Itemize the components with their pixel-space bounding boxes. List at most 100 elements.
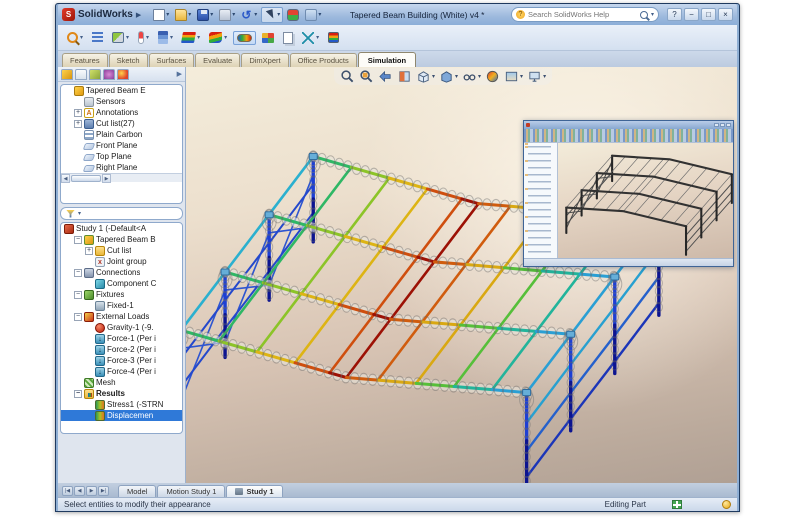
tree-filter[interactable]: ▾	[60, 207, 183, 220]
scroll-right-icon[interactable]: ▶	[102, 174, 111, 183]
expander-icon[interactable]: +	[85, 247, 93, 255]
search-input[interactable]	[528, 10, 637, 19]
tab-study-1[interactable]: Study 1	[226, 485, 282, 497]
previous-view-icon[interactable]	[378, 69, 393, 84]
search-options-caret[interactable]: ▾	[651, 11, 654, 18]
edit-appearance-icon[interactable]	[485, 69, 500, 84]
tree-item-right-plane[interactable]: Right Plane	[61, 162, 182, 173]
tree-item-force-1[interactable]: ↓ Force-1 (Per i	[61, 333, 182, 344]
expander-icon[interactable]: −	[74, 313, 82, 321]
tree-item-component-contact[interactable]: Component C	[61, 278, 182, 289]
tree-item-cutlist[interactable]: + Cut list(27)	[61, 118, 182, 129]
search-icon[interactable]	[640, 11, 648, 19]
feature-manager-tab-icon[interactable]	[61, 69, 73, 80]
tab-motion-study[interactable]: Motion Study 1	[157, 485, 225, 497]
tree-item-study-part[interactable]: − Tapered Beam B	[61, 234, 182, 245]
tab-features[interactable]: Features	[62, 53, 108, 67]
design-insight-button[interactable]	[89, 30, 106, 46]
tree-item-sensors[interactable]: Sensors	[61, 96, 182, 107]
hide-show-items-icon[interactable]: ▾	[462, 69, 481, 84]
quick-tips-icon[interactable]	[722, 500, 731, 509]
tree-item-fixed[interactable]: Fixed-1	[61, 300, 182, 311]
connections-advisor-button[interactable]: ▾	[155, 29, 176, 46]
tree-item-force-2[interactable]: ↓ Force-2 (Per i	[61, 344, 182, 355]
tab-office-products[interactable]: Office Products	[290, 53, 357, 67]
tree-horizontal-scrollbar[interactable]: ◀ ▶	[61, 173, 182, 182]
last-tab-icon[interactable]: ▶|	[98, 486, 109, 496]
expander-icon[interactable]: −	[74, 269, 82, 277]
tree-item-root[interactable]: Tapered Beam E	[61, 85, 182, 96]
solidworks-logo[interactable]: S SolidWorks ▶	[62, 8, 141, 21]
tree-item-force-4[interactable]: ↓ Force-4 (Per i	[61, 366, 182, 377]
tree-item-stress-plot[interactable]: Stress1 (-STRN	[61, 399, 182, 410]
tree-item-material[interactable]: Plain Carbon	[61, 129, 182, 140]
view-orientation-icon[interactable]: ▾	[416, 69, 435, 84]
select-button[interactable]: ▾	[261, 7, 283, 23]
save-button[interactable]: ▾	[195, 8, 215, 22]
run-study-button[interactable]: ▾	[179, 30, 203, 45]
new-document-button[interactable]: ▾	[151, 8, 171, 22]
apply-scene-icon[interactable]: ▾	[504, 69, 523, 84]
zoom-fit-icon[interactable]	[340, 69, 355, 84]
results-advisor-button[interactable]: ▾	[206, 30, 230, 45]
tree-item-external-loads[interactable]: − External Loads	[61, 311, 182, 322]
expander-icon[interactable]: −	[74, 291, 82, 299]
close-button[interactable]: ×	[718, 8, 733, 21]
zoom-area-icon[interactable]	[359, 69, 374, 84]
tab-model[interactable]: Model	[118, 485, 156, 497]
tree-item-fixtures[interactable]: − Fixtures	[61, 289, 182, 300]
graphics-viewport[interactable]: ▾ ▾ ▾ ▾ ▾	[186, 67, 737, 483]
deformed-result-button[interactable]	[233, 31, 256, 45]
tree-item-study[interactable]: Study 1 (-Default<A	[61, 223, 182, 234]
apply-material-button[interactable]: ▾	[109, 30, 132, 45]
first-tab-icon[interactable]: |◀	[62, 486, 73, 496]
expander-icon[interactable]: +	[74, 109, 82, 117]
expander-icon[interactable]: +	[74, 120, 82, 128]
tab-evaluate[interactable]: Evaluate	[195, 53, 240, 67]
tab-surfaces[interactable]: Surfaces	[149, 53, 195, 67]
scrollbar-thumb[interactable]	[71, 175, 101, 182]
dimxpert-manager-tab-icon[interactable]	[103, 69, 115, 80]
tab-dimxpert[interactable]: DimXpert	[241, 53, 288, 67]
file-properties-button[interactable]: ▾	[303, 8, 323, 22]
menu-expand-icon[interactable]: ▶	[136, 11, 141, 19]
tree-item-study-cutlist[interactable]: + Cut list	[61, 245, 182, 256]
tree-item-force-3[interactable]: ↓ Force-3 (Per i	[61, 355, 182, 366]
plot-tools-button[interactable]: ▾	[299, 30, 322, 46]
rebuild-button[interactable]	[285, 8, 301, 22]
report-button[interactable]	[280, 30, 296, 46]
open-button[interactable]: ▾	[173, 8, 193, 22]
expander-icon[interactable]: −	[74, 236, 82, 244]
minimize-button[interactable]: −	[684, 8, 699, 21]
include-image-button[interactable]	[325, 30, 342, 45]
display-style-icon[interactable]: ▾	[439, 69, 458, 84]
tab-sketch[interactable]: Sketch	[109, 53, 148, 67]
tree-item-annotations[interactable]: +A Annotations	[61, 107, 182, 118]
section-view-icon[interactable]	[397, 69, 412, 84]
expander-icon[interactable]: −	[74, 390, 82, 398]
tree-item-connections[interactable]: − Connections	[61, 267, 182, 278]
thermal-loads-button[interactable]: ▾	[135, 29, 152, 46]
tab-simulation[interactable]: Simulation	[358, 52, 416, 67]
panel-tabs-overflow-icon[interactable]: ▶	[177, 70, 182, 78]
tree-item-gravity[interactable]: Gravity-1 (-9.	[61, 322, 182, 333]
tree-item-joint-group[interactable]: x Joint group	[61, 256, 182, 267]
tree-item-displacement-plot[interactable]: Displacemen	[61, 410, 182, 421]
undo-button[interactable]: ↺▾	[239, 8, 259, 22]
next-tab-icon[interactable]: ▶	[86, 486, 97, 496]
compare-results-button[interactable]	[259, 31, 277, 45]
display-manager-tab-icon[interactable]	[117, 69, 129, 80]
view-settings-icon[interactable]: ▾	[527, 69, 546, 84]
study-advisor-button[interactable]: ▾	[64, 30, 86, 45]
tree-item-top-plane[interactable]: Top Plane	[61, 151, 182, 162]
pip-solidworks-window[interactable]	[523, 120, 734, 267]
maximize-button[interactable]: □	[701, 8, 716, 21]
scroll-left-icon[interactable]: ◀	[61, 174, 70, 183]
prev-tab-icon[interactable]: ◀	[74, 486, 85, 496]
property-manager-tab-icon[interactable]	[75, 69, 87, 80]
help-button[interactable]: ?	[667, 8, 682, 21]
print-button[interactable]: ▾	[217, 8, 237, 22]
configuration-manager-tab-icon[interactable]	[89, 69, 101, 80]
tree-item-mesh[interactable]: Mesh	[61, 377, 182, 388]
tree-item-front-plane[interactable]: Front Plane	[61, 140, 182, 151]
